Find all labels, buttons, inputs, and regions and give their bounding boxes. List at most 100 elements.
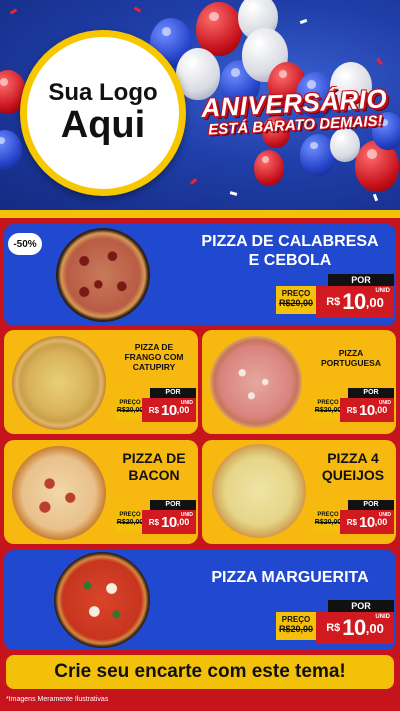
product-name-line2: FRANGO COM	[124, 352, 184, 363]
price-integer: 10	[359, 401, 375, 419]
unit-label: UNID	[375, 288, 390, 294]
new-price-box: R$ 10 ,00 UNID	[142, 398, 196, 422]
anniversary-banner: ANIVERSÁRIO ESTÁ BARATO DEMAIS!	[196, 83, 395, 153]
product-card-queijos[interactable]: PIZZA 4 QUEIJOS POR PREÇO R$20,00 R$ 10 …	[202, 440, 396, 544]
por-label: POR	[150, 388, 196, 398]
product-name-line1: PIZZA 4	[327, 450, 379, 466]
product-name-line1: PIZZA MARGUERITA	[211, 569, 369, 586]
confetti-decoration	[376, 57, 383, 66]
product-card-calabresa[interactable]: PIZZA DE CALABRESA E CEBOLA POR PREÇO R$…	[4, 224, 396, 326]
price-cents: ,00	[176, 517, 190, 527]
logo-text-line2: Aqui	[60, 104, 146, 147]
price-integer: 10	[359, 513, 375, 531]
preco-label: PREÇO	[317, 512, 339, 518]
product-name: PIZZA 4 QUEIJOS	[312, 450, 394, 484]
product-name: PIZZA DE FRANGO COM CATUPIRY	[112, 342, 196, 373]
por-label: POR	[348, 388, 394, 398]
preco-label: PREÇO	[281, 289, 311, 298]
old-price: R$20,00	[314, 519, 342, 527]
old-price-box: PREÇO R$20,00	[314, 510, 342, 532]
product-name-line2: QUEIJOS	[321, 466, 385, 483]
preco-label: PREÇO	[119, 512, 141, 518]
por-label: POR	[150, 500, 196, 510]
header-banner: Sua Logo Aqui ANIVERSÁRIO ESTÁ BARATO DE…	[0, 0, 400, 210]
product-name-line2: PORTUGUESA	[321, 358, 381, 369]
discount-badge: -50%	[8, 233, 42, 255]
new-price-box: R$ 10 ,00 UNID	[316, 612, 394, 644]
price-tag: POR PREÇO R$20,00 R$ 10 ,00 UNID	[314, 500, 394, 534]
product-card-portuguesa[interactable]: PIZZA PORTUGUESA POR PREÇO R$20,00 R$ 10…	[202, 330, 396, 434]
pizza-bacon-image	[12, 446, 106, 540]
old-price-box: PREÇO R$20,00	[116, 398, 144, 420]
preco-label: PREÇO	[281, 615, 311, 624]
new-price-box: R$ 10 ,00 UNID	[316, 286, 394, 318]
old-price-box: PREÇO R$20,00	[276, 612, 316, 640]
price-cents: ,00	[365, 620, 384, 636]
por-label: POR	[328, 274, 394, 286]
product-name-line2: E CEBOLA	[248, 252, 332, 270]
product-name: PIZZA PORTUGUESA	[308, 348, 394, 368]
confetti-decoration	[372, 193, 379, 202]
price-tag: POR PREÇO R$20,00 R$ 10 ,00 UNID	[314, 388, 394, 422]
currency-symbol: R$	[346, 405, 358, 415]
preco-label: PREÇO	[119, 400, 141, 406]
unit-label: UNID	[180, 512, 193, 518]
product-name: PIZZA DE BACON	[112, 450, 196, 484]
price-integer: 10	[161, 513, 177, 531]
currency-symbol: R$	[326, 622, 341, 634]
product-card-bacon[interactable]: PIZZA DE BACON POR PREÇO R$20,00 R$ 10 ,…	[4, 440, 198, 544]
old-price-box: PREÇO R$20,00	[276, 286, 316, 314]
disclaimer-text: *Imagens Meramente Ilustrativas	[6, 696, 109, 703]
price-tag: POR PREÇO R$20,00 R$ 10 ,00 UNID	[276, 274, 394, 318]
old-price: R$20,00	[314, 407, 342, 415]
new-price-box: R$ 10 ,00 UNID	[340, 398, 394, 422]
unit-label: UNID	[378, 400, 391, 406]
product-name: PIZZA MARGUERITA	[200, 568, 380, 587]
pizza-queijos-image	[212, 444, 306, 538]
price-integer: 10	[342, 615, 366, 640]
pizza-marguerita-image	[54, 552, 150, 648]
logo-text-line1: Sua Logo	[48, 78, 158, 106]
product-name-line1: PIZZA DE	[134, 342, 174, 352]
currency-symbol: R$	[148, 405, 160, 415]
product-name-line2: BACON	[128, 466, 180, 483]
price-tag: POR PREÇO R$20,00 R$ 10 ,00 UNID	[116, 500, 196, 534]
preco-label: PREÇO	[317, 400, 339, 406]
product-name-line1: PIZZA DE	[122, 450, 186, 466]
old-price-box: PREÇO R$20,00	[314, 398, 342, 420]
currency-symbol: R$	[326, 296, 341, 308]
product-name: PIZZA DE CALABRESA E CEBOLA	[200, 232, 380, 270]
confetti-decoration	[299, 18, 308, 25]
currency-symbol: R$	[148, 517, 160, 527]
old-price: R$20,00	[116, 407, 144, 415]
price-cents: ,00	[374, 517, 388, 527]
confetti-decoration	[189, 178, 198, 185]
balloon-decoration	[254, 150, 284, 186]
product-name-line1: PIZZA	[338, 348, 364, 358]
logo-placeholder[interactable]: Sua Logo Aqui	[20, 30, 186, 196]
old-price: R$20,00	[116, 519, 144, 527]
balloon-decoration	[0, 130, 22, 170]
confetti-decoration	[133, 6, 142, 13]
unit-label: UNID	[375, 614, 390, 620]
old-price: R$20,00	[278, 298, 314, 309]
por-label: POR	[328, 600, 394, 612]
old-price-box: PREÇO R$20,00	[116, 510, 144, 532]
unit-label: UNID	[378, 512, 391, 518]
price-cents: ,00	[176, 405, 190, 415]
price-integer: 10	[342, 289, 366, 314]
confetti-decoration	[9, 8, 18, 15]
create-flyer-button[interactable]: Crie seu encarte com este tema!	[6, 655, 394, 689]
product-name-line1: PIZZA DE CALABRESA	[201, 233, 379, 250]
unit-label: UNID	[180, 400, 193, 406]
price-tag: POR PREÇO R$20,00 R$ 10 ,00 UNID	[116, 388, 196, 422]
pizza-portuguesa-image	[210, 336, 302, 428]
product-card-marguerita[interactable]: PIZZA MARGUERITA POR PREÇO R$20,00 R$ 10…	[4, 550, 396, 650]
product-name-line3: CATUPIRY	[132, 362, 176, 373]
pizza-calabresa-image	[56, 228, 150, 322]
currency-symbol: R$	[346, 517, 358, 527]
product-card-frango[interactable]: PIZZA DE FRANGO COM CATUPIRY POR PREÇO R…	[4, 330, 198, 434]
pizza-frango-image	[12, 336, 106, 430]
price-integer: 10	[161, 401, 177, 419]
confetti-decoration	[229, 191, 238, 196]
